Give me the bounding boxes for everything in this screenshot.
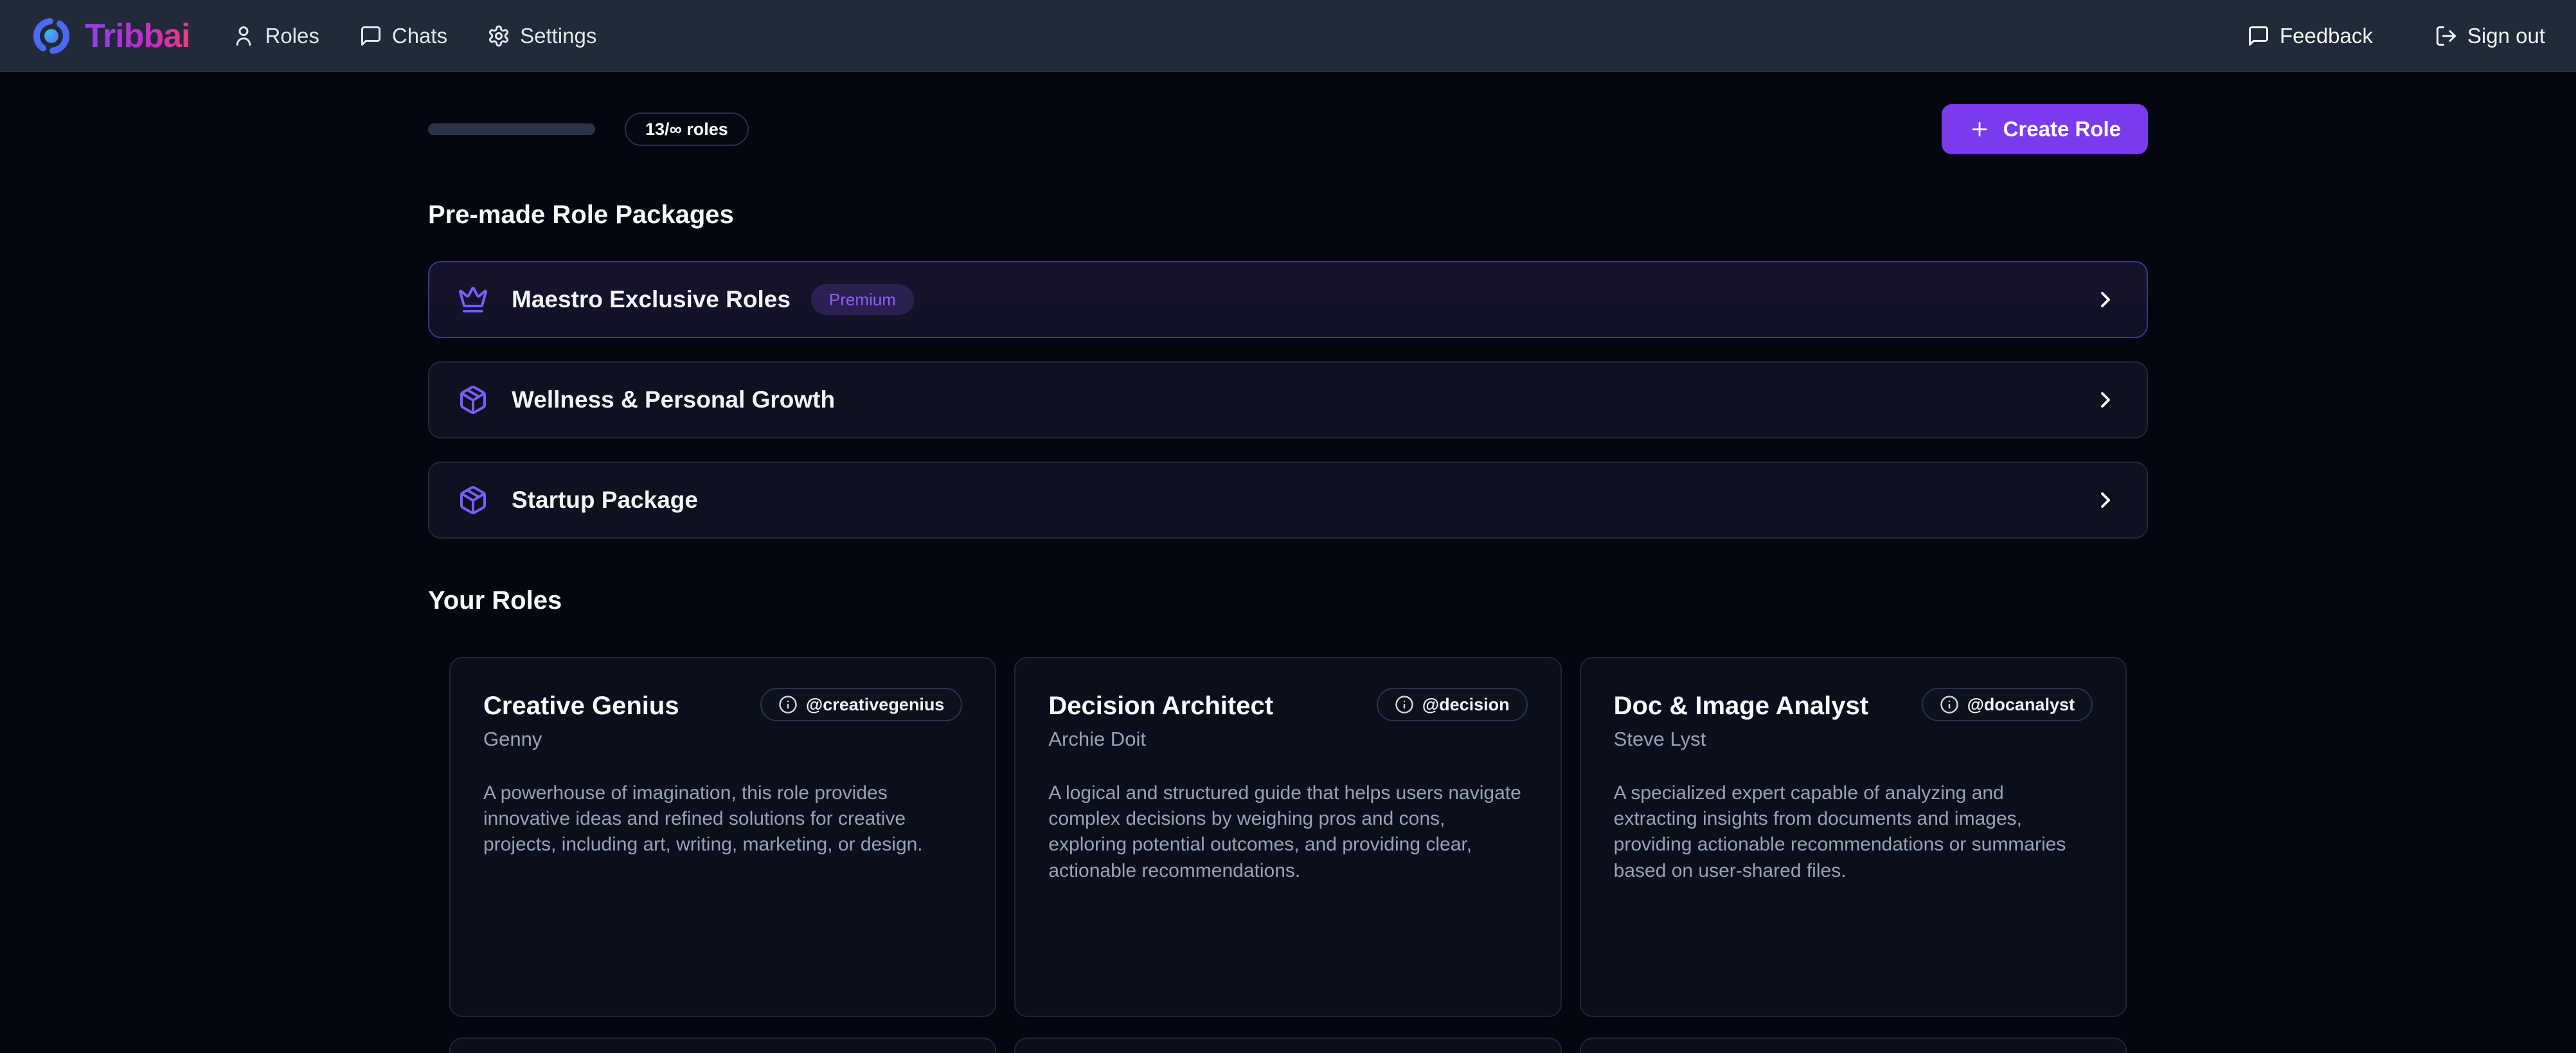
nav-item-settings[interactable]: Settings xyxy=(487,24,596,48)
info-icon xyxy=(1940,695,1959,714)
premade-packages-title: Pre-made Role Packages xyxy=(428,201,2148,230)
roles-progress-bar xyxy=(428,123,595,135)
nav-label: Settings xyxy=(520,24,596,48)
feedback-button[interactable]: Feedback xyxy=(2247,24,2373,48)
role-subtitle: Steve Lyst xyxy=(1614,728,2093,751)
role-description: A logical and structured guide that help… xyxy=(1048,780,1527,884)
main-content: 13/∞ roles Create Role Pre-made Role Pac… xyxy=(428,104,2148,1053)
role-description: A powerhouse of imagination, this role p… xyxy=(483,780,962,858)
package-name: Startup Package xyxy=(512,487,698,514)
crown-icon xyxy=(458,284,488,315)
nav-item-roles[interactable]: Roles xyxy=(232,24,319,48)
package-name: Wellness & Personal Growth xyxy=(512,386,835,413)
role-description: A specialized expert capable of analyzin… xyxy=(1614,780,2093,884)
feedback-label: Feedback xyxy=(2280,24,2373,48)
nav-item-chats[interactable]: Chats xyxy=(359,24,447,48)
your-roles-grid: Creative Genius @creativegenius Genny A … xyxy=(449,657,2127,1053)
package-list: Maestro Exclusive Roles Premium Wellness… xyxy=(428,261,2148,539)
gear-icon xyxy=(487,24,510,48)
package-icon xyxy=(458,485,488,516)
plus-icon xyxy=(1969,118,1990,140)
role-handle: @creativegenius xyxy=(806,695,944,715)
info-icon xyxy=(778,695,798,714)
chat-bubble-icon xyxy=(2247,24,2270,48)
nav-label: Roles xyxy=(265,24,319,48)
sign-out-button[interactable]: Sign out xyxy=(2435,24,2545,48)
brand-logo[interactable]: Tribbai xyxy=(31,15,190,57)
role-title: Doc & Image Analyst xyxy=(1614,690,1868,721)
roles-count-badge: 13/∞ roles xyxy=(625,113,749,146)
role-card-partial[interactable] xyxy=(1014,1038,1561,1053)
roles-usage: 13/∞ roles xyxy=(428,113,749,146)
package-name: Maestro Exclusive Roles xyxy=(512,286,791,313)
top-navbar: Tribbai Roles Chats S xyxy=(0,0,2576,72)
role-handle-badge[interactable]: @creativegenius xyxy=(760,688,962,721)
role-card-doc-image-analyst[interactable]: Doc & Image Analyst @docanalyst Steve Ly… xyxy=(1580,657,2127,1017)
user-icon xyxy=(232,24,255,48)
chat-bubble-icon xyxy=(359,24,382,48)
role-card-header: Creative Genius @creativegenius xyxy=(483,690,962,721)
role-subtitle: Archie Doit xyxy=(1048,728,1527,751)
create-role-label: Create Role xyxy=(2003,117,2121,141)
your-roles-title: Your Roles xyxy=(428,586,2148,615)
role-card-header: Doc & Image Analyst @docanalyst xyxy=(1614,690,2093,721)
role-card-partial[interactable] xyxy=(1580,1038,2127,1053)
chevron-right-icon xyxy=(2093,287,2118,312)
brand-name: Tribbai xyxy=(85,17,190,55)
premium-badge: Premium xyxy=(811,284,914,315)
role-card-creative-genius[interactable]: Creative Genius @creativegenius Genny A … xyxy=(449,657,996,1017)
role-handle: @decision xyxy=(1422,695,1510,715)
sign-out-label: Sign out xyxy=(2467,24,2545,48)
package-row-startup[interactable]: Startup Package xyxy=(428,462,2148,539)
package-row-wellness[interactable]: Wellness & Personal Growth xyxy=(428,361,2148,438)
role-card-header: Decision Architect @decision xyxy=(1048,690,1527,721)
header-actions: Feedback Sign out xyxy=(2247,24,2545,48)
role-handle-badge[interactable]: @decision xyxy=(1377,688,1528,721)
role-title: Creative Genius xyxy=(483,690,679,721)
create-role-button[interactable]: Create Role xyxy=(1942,104,2148,154)
info-icon xyxy=(1395,695,1414,714)
tribbai-logo-icon xyxy=(31,15,72,57)
role-subtitle: Genny xyxy=(483,728,962,751)
package-icon xyxy=(458,384,488,415)
roles-count-label: 13/∞ roles xyxy=(645,120,728,140)
roles-toolbar: 13/∞ roles Create Role xyxy=(428,104,2148,155)
package-row-maestro[interactable]: Maestro Exclusive Roles Premium xyxy=(428,261,2148,338)
role-handle: @docanalyst xyxy=(1967,695,2075,715)
role-title: Decision Architect xyxy=(1048,690,1273,721)
your-roles-grid-wrap: Creative Genius @creativegenius Genny A … xyxy=(428,657,2148,1053)
chevron-right-icon xyxy=(2093,387,2118,413)
role-card-decision-architect[interactable]: Decision Architect @decision Archie Doit… xyxy=(1014,657,1561,1017)
role-card-partial[interactable] xyxy=(449,1038,996,1053)
role-handle-badge[interactable]: @docanalyst xyxy=(1922,688,2093,721)
chevron-right-icon xyxy=(2093,487,2118,513)
logout-icon xyxy=(2435,24,2458,48)
main-nav: Roles Chats Settings xyxy=(232,24,596,48)
nav-label: Chats xyxy=(392,24,447,48)
